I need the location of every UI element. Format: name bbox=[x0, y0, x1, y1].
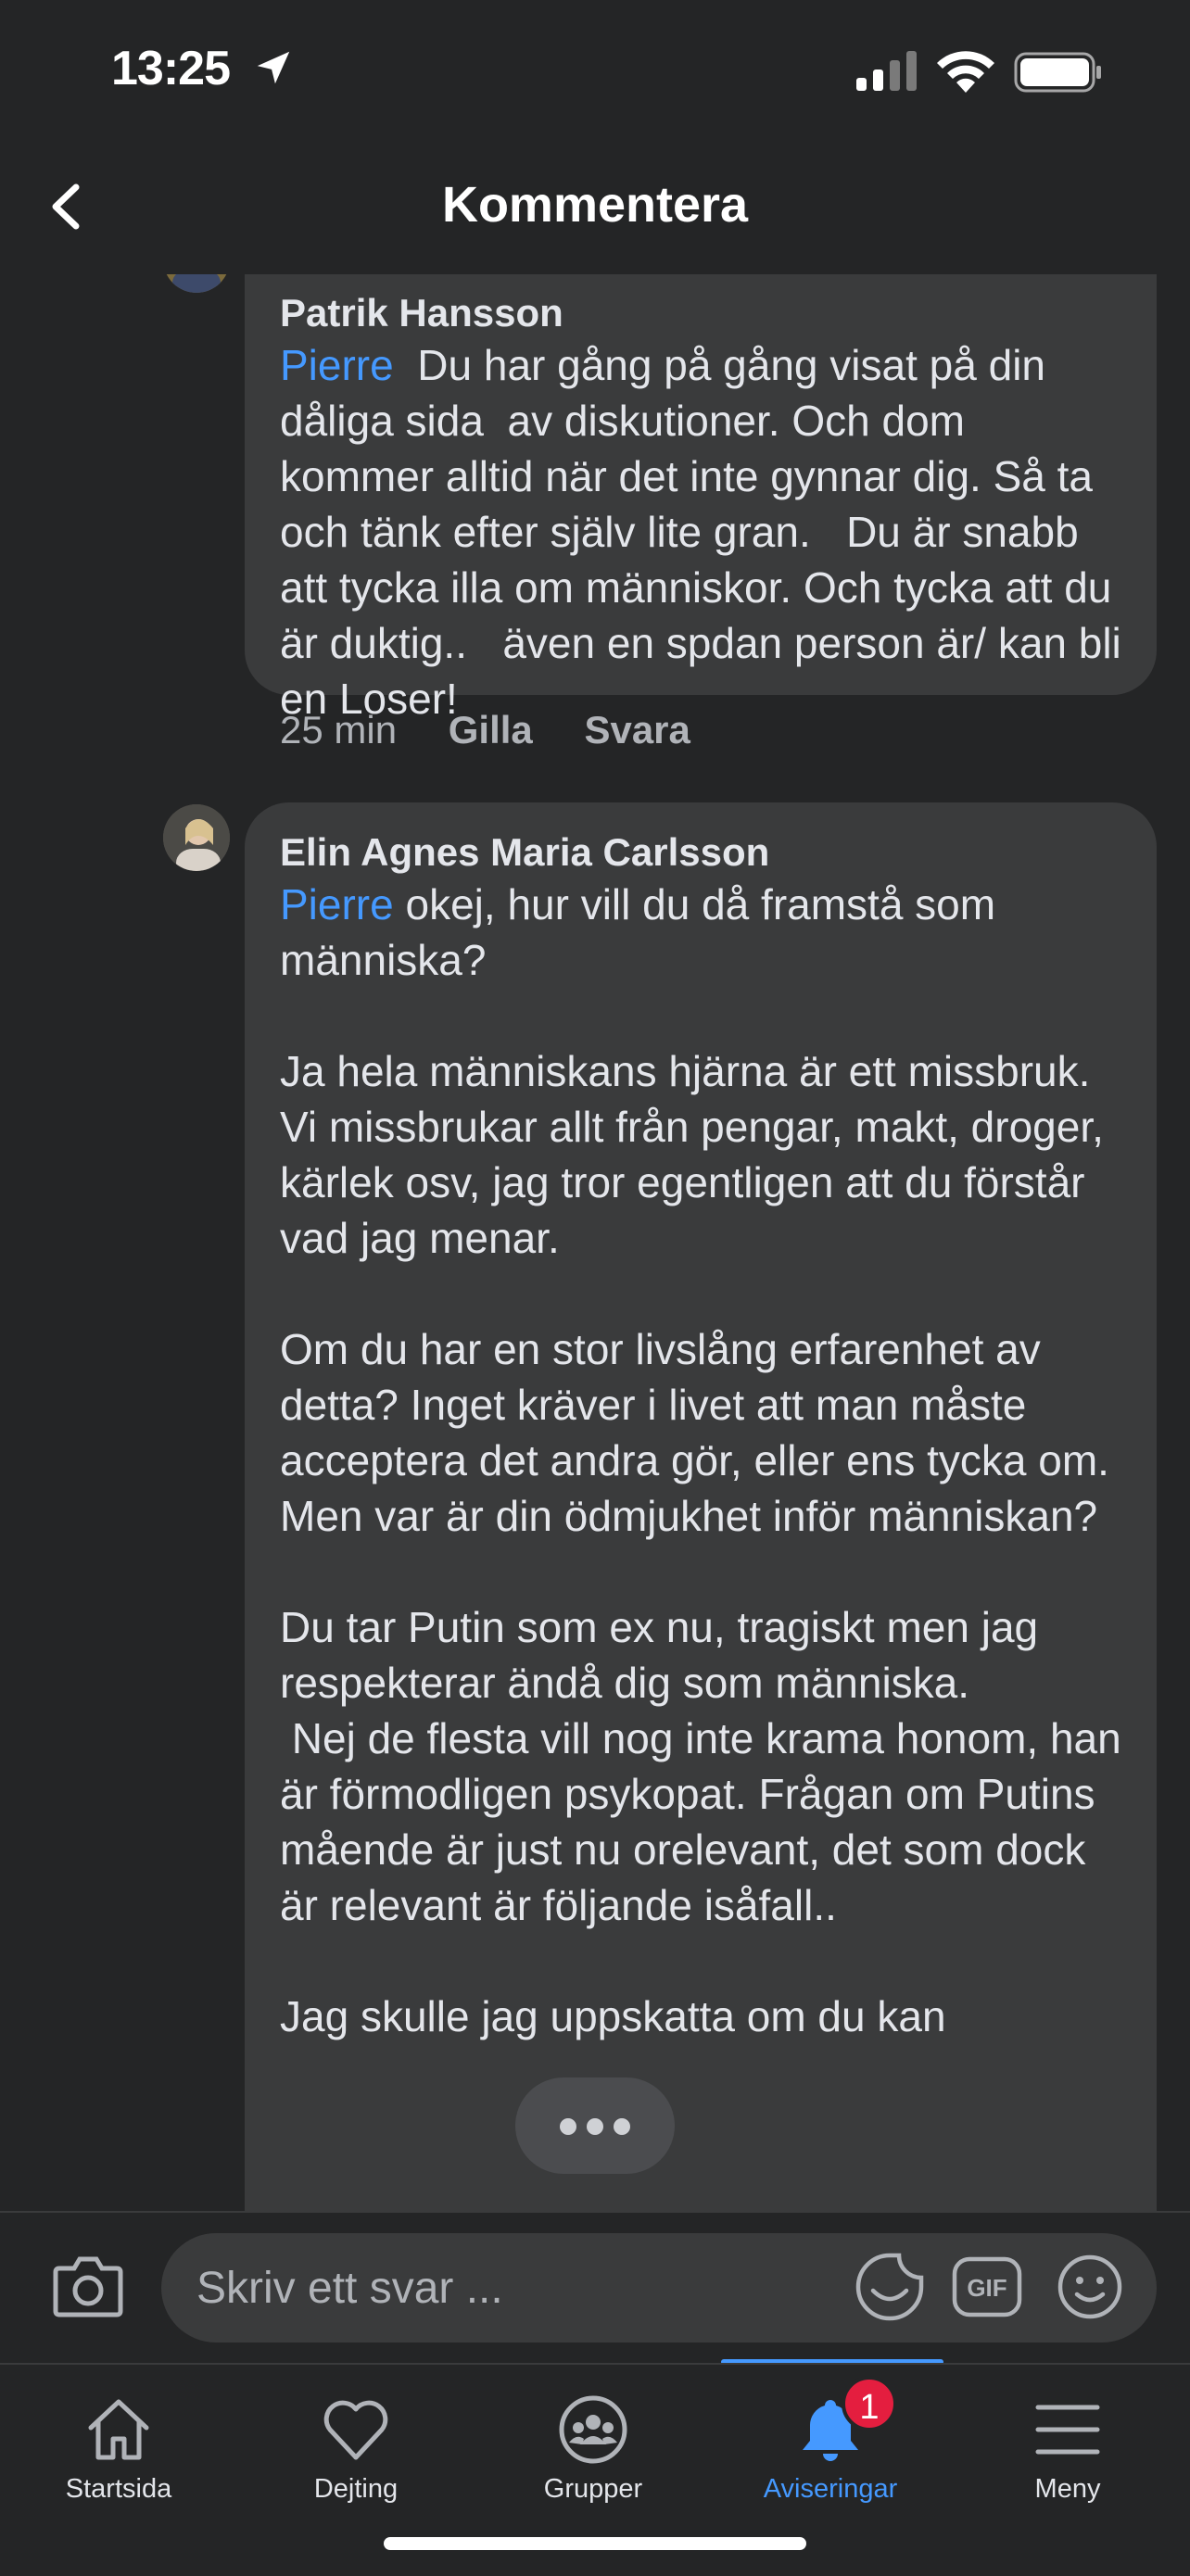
location-arrow-icon bbox=[257, 51, 290, 84]
tab-groups[interactable]: Grupper bbox=[475, 2365, 712, 2522]
tab-dating[interactable]: Dejting bbox=[237, 2365, 475, 2522]
tab-home[interactable]: Startsida bbox=[0, 2365, 237, 2522]
comment-bubble[interactable]: Elin Agnes Maria Carlsson Pierre okej, h… bbox=[245, 802, 1157, 2211]
comment-text: Pierre okej, hur vill du då framstå som … bbox=[280, 877, 1127, 2044]
tab-label: Startsida bbox=[65, 2474, 172, 2504]
camera-icon[interactable] bbox=[52, 2252, 124, 2320]
comment-body: okej, hur vill du då framstå som människ… bbox=[280, 880, 1121, 2040]
comment-thread[interactable]: Patrik Hansson Pierre Du har gång på gån… bbox=[0, 274, 1190, 2211]
header: Kommentera bbox=[0, 139, 1190, 276]
wifi-icon bbox=[937, 51, 994, 93]
groups-icon bbox=[559, 2395, 627, 2464]
dot bbox=[560, 2118, 576, 2135]
reply-input[interactable]: Skriv ett svar ... GIF bbox=[161, 2233, 1157, 2342]
reply-placeholder: Skriv ett svar ... bbox=[196, 2264, 503, 2313]
svg-text:GIF: GIF bbox=[967, 2274, 1006, 2302]
avatar[interactable] bbox=[163, 274, 230, 293]
comment-bubble[interactable]: Patrik Hansson Pierre Du har gång på gån… bbox=[245, 274, 1157, 723]
mention-link[interactable]: Pierre bbox=[280, 341, 394, 389]
battery-icon bbox=[1014, 52, 1101, 93]
home-icon bbox=[88, 2399, 149, 2460]
tab-label: Grupper bbox=[543, 2474, 643, 2504]
tab-notifications[interactable]: 1 Aviseringar bbox=[712, 2365, 949, 2522]
mention-link[interactable]: Pierre bbox=[280, 880, 394, 928]
comment-meta: 25 min Gilla Svara bbox=[280, 708, 731, 752]
comment-body: Du har gång på gång visat på din dåliga … bbox=[280, 341, 1133, 723]
dot bbox=[587, 2118, 603, 2135]
heart-icon bbox=[323, 2400, 388, 2460]
home-indicator[interactable] bbox=[384, 2537, 806, 2550]
emoji-icon[interactable] bbox=[1055, 2252, 1125, 2322]
reply-button[interactable]: Svara bbox=[584, 708, 690, 751]
tab-label: Dejting bbox=[313, 2474, 399, 2504]
status-bar: 13:25 bbox=[0, 0, 1190, 139]
reply-bar: Skriv ett svar ... GIF bbox=[0, 2211, 1190, 2365]
tab-label: Meny bbox=[1034, 2474, 1101, 2504]
menu-icon bbox=[1035, 2405, 1100, 2455]
like-button[interactable]: Gilla bbox=[449, 708, 533, 751]
sticker-icon[interactable] bbox=[853, 2250, 927, 2324]
comment-text: Pierre Du har gång på gång visat på din … bbox=[280, 337, 1127, 726]
tab-menu[interactable]: Meny bbox=[949, 2365, 1186, 2522]
comment-time: 25 min bbox=[280, 708, 398, 751]
comment-author[interactable]: Patrik Hansson bbox=[280, 291, 563, 335]
tab-label: Aviseringar bbox=[763, 2474, 898, 2504]
gif-icon[interactable]: GIF bbox=[951, 2254, 1023, 2320]
more-options-button[interactable] bbox=[515, 2077, 675, 2174]
page-title: Kommentera bbox=[441, 177, 749, 233]
comment-author[interactable]: Elin Agnes Maria Carlsson bbox=[280, 830, 769, 875]
cellular-signal-icon bbox=[856, 51, 917, 91]
notification-badge: 1 bbox=[842, 2376, 897, 2431]
dot bbox=[614, 2118, 630, 2135]
status-time: 13:25 bbox=[111, 42, 231, 95]
avatar[interactable] bbox=[163, 804, 230, 871]
